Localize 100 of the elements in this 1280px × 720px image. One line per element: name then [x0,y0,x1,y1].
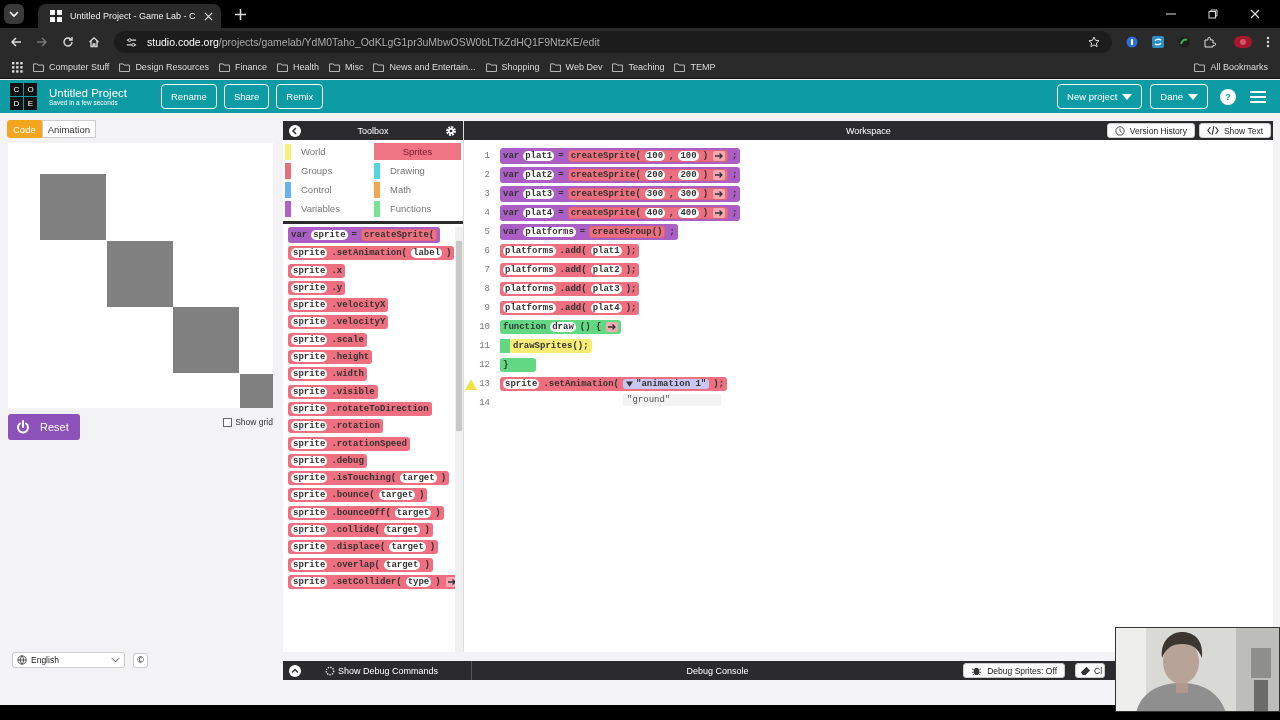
parameter-slot[interactable]: 100 [678,151,699,161]
code-block[interactable]: sprite .bounce( target ) [288,488,428,503]
parameter-slot[interactable]: sprite [291,473,328,484]
back-icon[interactable] [10,36,22,48]
parameter-slot[interactable]: target [394,507,432,518]
parameter-slot[interactable]: target [389,542,426,553]
tab-list-icon[interactable] [4,4,24,24]
parameter-slot[interactable]: plat1 [590,246,622,256]
code-block[interactable]: function draw () { [500,320,622,334]
code-mode-tab[interactable]: Animation [41,120,96,138]
dropdown-field[interactable]: "animation 1" [623,379,710,389]
arrow-icon[interactable] [713,189,726,199]
parameter-slot[interactable]: platforms [503,284,556,294]
code-block[interactable]: createSprite( 200 , 200 ) [567,169,729,181]
extension-icon[interactable] [1152,36,1164,48]
category-item[interactable]: Drawing [374,162,461,179]
reload-icon[interactable] [62,36,74,48]
puzzle-icon[interactable] [1204,36,1216,48]
parameter-slot[interactable]: sprite [291,386,328,397]
code-block[interactable]: sprite .width [288,367,367,382]
code-block[interactable]: sprite .visible [288,384,378,399]
category-item[interactable]: Math [374,181,461,198]
parameter-slot[interactable]: sprite [291,300,328,311]
parameter-slot[interactable]: platforms [523,227,576,237]
parameter-slot[interactable]: sprite [291,576,328,587]
parameter-slot[interactable]: sprite [291,369,328,380]
parameter-slot[interactable]: 200 [678,170,699,180]
parameter-slot[interactable]: label [411,248,443,259]
help-button[interactable]: ? [1220,88,1236,105]
code-block[interactable]: sprite .rotationSpeed [288,436,411,451]
parameter-slot[interactable]: target [378,490,416,501]
forward-icon[interactable] [36,36,48,48]
arrow-icon[interactable] [713,151,726,161]
code-block[interactable]: sprite .height [288,350,373,365]
code-block[interactable]: sprite .y [288,280,346,295]
code-block[interactable]: sprite .rotateToDirection [288,401,432,416]
category-item[interactable]: Variables [285,200,372,217]
code-block[interactable]: sprite .setAnimation( label ) [288,246,455,261]
address-field[interactable]: studio.code.org/projects/gamelab/YdM0Taho_OdKLgG1pr3uMbwOSW0bLTkZdHQ1F9NtzKE/edit [114,31,1112,53]
version-history-button[interactable]: Version History [1106,123,1195,138]
bookmark-folder[interactable]: Computer Stuff [33,62,110,72]
parameter-slot[interactable]: sprite [291,248,328,259]
star-icon[interactable] [1088,36,1100,48]
category-item[interactable]: Sprites [374,143,461,160]
category-item[interactable]: Control [285,181,372,198]
bookmark-folder[interactable]: Misc [328,62,364,72]
reset-button[interactable]: Reset [8,414,80,440]
code-block[interactable]: sprite .displace( target ) [288,540,439,555]
parameter-slot[interactable]: sprite [291,438,328,449]
parameter-slot[interactable]: plat2 [590,265,622,275]
parameter-slot[interactable]: target [384,559,421,570]
parameter-slot[interactable]: sprite [291,421,328,432]
parameter-slot[interactable]: 400 [678,208,699,218]
code-block[interactable]: sprite .setCollider( type ) [288,574,455,589]
parameter-slot[interactable]: 200 [644,170,666,180]
parameter-slot[interactable]: sprite [291,334,328,345]
bookmark-folder[interactable]: Finance [218,62,267,72]
code-block[interactable]: var plat4 = createSprite( 400 , 400 ) ; [500,205,741,221]
parameter-slot[interactable]: sprite [291,490,328,501]
bookmark-folder[interactable]: Design Resources [119,62,209,72]
code-block[interactable]: var plat1 = createSprite( 100 , 100 ) ; [500,148,741,164]
code-block[interactable]: platforms .add( plat1 ); [500,244,640,258]
parameter-slot[interactable]: sprite [291,507,328,518]
more-icon[interactable] [1266,36,1270,48]
parameter-slot[interactable]: target [400,473,437,484]
new-tab-icon[interactable] [234,8,246,20]
parameter-slot[interactable]: sprite [291,403,328,414]
dropdown-option[interactable]: "ground" [627,395,671,405]
site-info-icon[interactable] [126,36,137,48]
show-grid-checkbox[interactable]: Show grid [223,417,273,427]
extension-icon[interactable] [1126,36,1138,48]
bookmark-folder[interactable]: Teaching [612,62,665,72]
restore-icon[interactable] [1208,9,1218,19]
bookmark-folder[interactable]: All Bookmarks [1194,62,1268,72]
code-block[interactable]: sprite .bounceOff( target ) [288,505,444,520]
code-block[interactable]: var platforms = createGroup() ; [500,224,678,240]
parameter-slot[interactable]: 300 [678,189,699,199]
close-icon[interactable] [203,11,213,21]
bookmark-folder[interactable]: Web Dev [549,62,603,72]
parameter-slot[interactable]: sprite [291,317,328,328]
parameter-slot[interactable]: plat2 [523,170,555,180]
arrow-icon[interactable] [713,170,726,180]
parameter-slot[interactable]: plat1 [523,151,555,161]
code-block[interactable]: sprite .debug [288,453,367,468]
extension-icon[interactable] [1178,36,1190,48]
menu-icon[interactable] [1250,90,1266,103]
parameter-slot[interactable]: plat4 [590,303,622,313]
debug-sprites-button[interactable]: Debug Sprites: Off [963,663,1065,678]
code-block[interactable]: sprite .scale [288,332,367,347]
code-block[interactable]: sprite .velocityY [288,315,389,330]
code-block[interactable]: sprite .isTouching( target ) [288,471,450,486]
parameter-slot[interactable]: draw [550,322,576,332]
scrollbar[interactable] [455,227,463,652]
code-block[interactable]: platforms .add( plat3 ); [500,282,640,296]
clear-button[interactable]: Cl [1075,663,1105,678]
parameter-slot[interactable]: 100 [644,151,666,161]
parameter-slot[interactable]: sprite [291,455,328,466]
code-block[interactable]: sprite .rotation [288,419,383,434]
collapse-icon[interactable] [289,124,301,137]
code-block[interactable]: sprite .overlap( target ) [288,557,433,572]
